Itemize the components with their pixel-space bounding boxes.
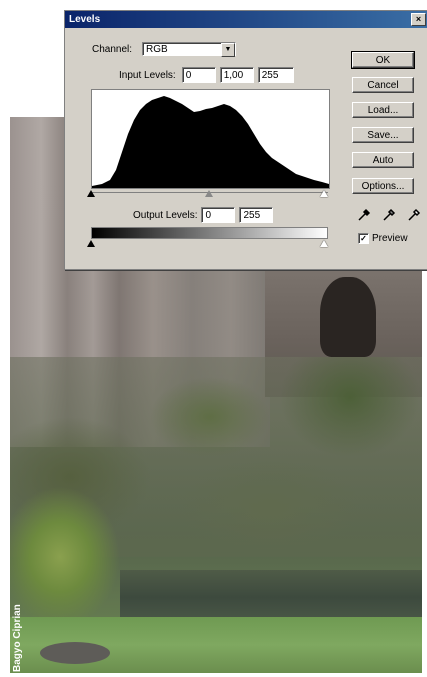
histogram bbox=[91, 89, 330, 189]
output-levels-row: Output Levels: 0 255 bbox=[133, 207, 274, 223]
input-black-point-handle[interactable] bbox=[87, 190, 95, 197]
output-white-field[interactable]: 255 bbox=[239, 207, 274, 223]
shrub bbox=[10, 487, 120, 617]
input-white-field[interactable]: 255 bbox=[257, 67, 294, 83]
white-point-eyedropper-icon[interactable] bbox=[407, 208, 421, 222]
load-button[interactable]: Load... bbox=[352, 102, 414, 118]
histogram-graph bbox=[92, 96, 329, 188]
input-levels-slider[interactable] bbox=[87, 188, 328, 198]
dialog-titlebar[interactable]: Levels × bbox=[65, 11, 427, 28]
options-button[interactable]: Options... bbox=[352, 178, 414, 194]
photo-credit: Bagyo Ciprian bbox=[12, 604, 23, 672]
save-button[interactable]: Save... bbox=[352, 127, 414, 143]
levels-dialog: Levels × Channel: RGB ▼ Input Levels: 0 … bbox=[64, 10, 427, 270]
channel-select[interactable]: RGB ▼ bbox=[142, 42, 236, 57]
cave-opening bbox=[320, 277, 376, 357]
black-point-eyedropper-icon[interactable] bbox=[357, 208, 371, 222]
output-levels-slider[interactable] bbox=[87, 238, 328, 248]
input-gamma-handle[interactable] bbox=[205, 190, 213, 197]
close-button[interactable]: × bbox=[411, 13, 426, 26]
cancel-button[interactable]: Cancel bbox=[352, 77, 414, 93]
preview-label: Preview bbox=[372, 233, 408, 244]
channel-label: Channel: bbox=[92, 43, 133, 55]
preview-checkbox[interactable]: ✓ bbox=[358, 233, 369, 244]
dialog-title: Levels bbox=[69, 14, 101, 25]
input-levels-label: Input Levels: bbox=[119, 69, 176, 81]
input-levels-row: Input Levels: 0 1,00 255 bbox=[119, 67, 294, 83]
auto-button[interactable]: Auto bbox=[352, 152, 414, 168]
input-gamma-field[interactable]: 1,00 bbox=[219, 67, 254, 83]
input-black-field[interactable]: 0 bbox=[181, 67, 216, 83]
channel-value: RGB bbox=[146, 44, 168, 55]
output-levels-label: Output Levels: bbox=[133, 209, 198, 221]
output-black-field[interactable]: 0 bbox=[201, 207, 236, 223]
output-black-point-handle[interactable] bbox=[87, 240, 95, 247]
preview-option[interactable]: ✓ Preview bbox=[358, 233, 408, 244]
close-icon: × bbox=[415, 14, 422, 24]
input-white-point-handle[interactable] bbox=[320, 190, 328, 197]
gray-point-eyedropper-icon[interactable] bbox=[382, 208, 396, 222]
channel-row: Channel: RGB ▼ bbox=[92, 42, 236, 57]
rock bbox=[40, 642, 110, 664]
ok-button[interactable]: OK bbox=[351, 51, 415, 69]
output-white-point-handle[interactable] bbox=[320, 240, 328, 247]
eyedropper-group bbox=[357, 208, 421, 222]
chevron-down-icon[interactable]: ▼ bbox=[221, 43, 235, 57]
